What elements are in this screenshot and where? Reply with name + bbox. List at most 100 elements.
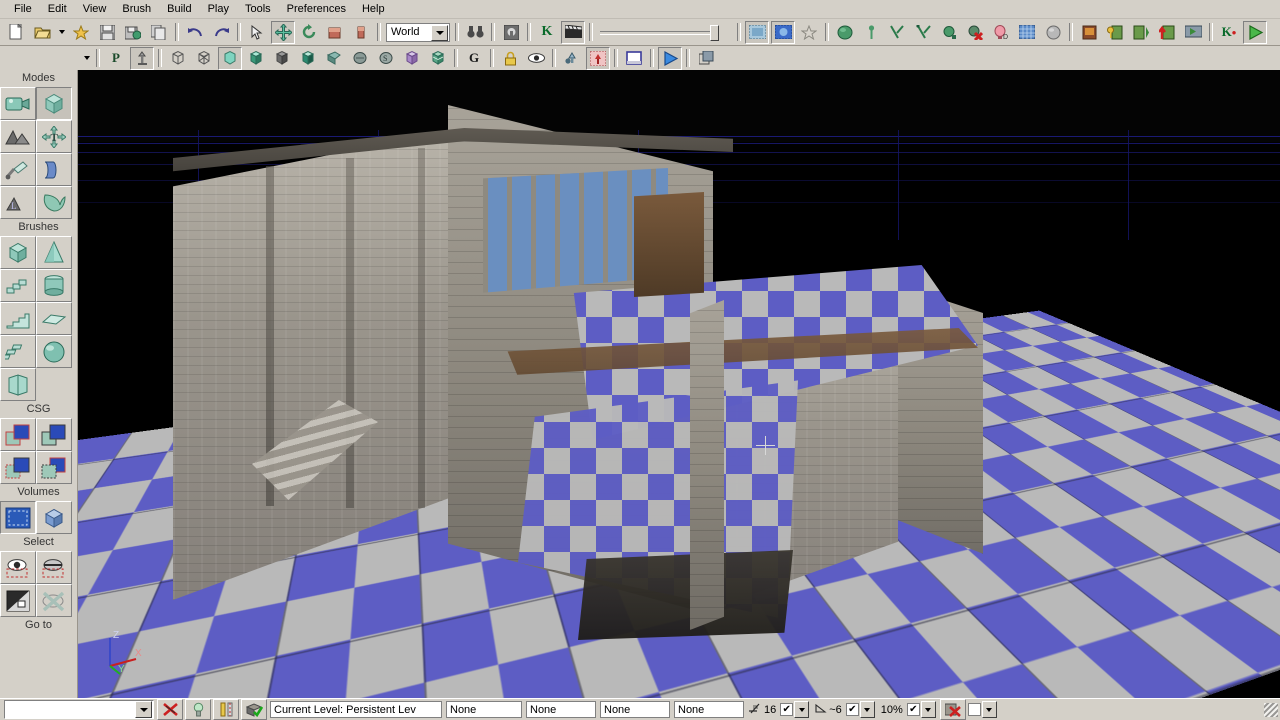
menu-build[interactable]: Build: [159, 2, 199, 16]
mode-camera-button[interactable]: [0, 87, 36, 120]
brush-sphere-button[interactable]: [36, 335, 72, 368]
viewport-mode-button[interactable]: [745, 20, 769, 44]
pivot-pin-button[interactable]: [859, 21, 883, 44]
undo-button[interactable]: [183, 21, 207, 44]
menu-play[interactable]: Play: [200, 2, 237, 16]
properties-button[interactable]: [499, 21, 523, 44]
drag-grid-checkbox[interactable]: ✔: [780, 703, 794, 716]
mode-landscape-button[interactable]: L: [0, 186, 36, 219]
select-none-button[interactable]: [36, 584, 72, 617]
3d-viewport[interactable]: Z X Y N 人人素材 www.rr-sc.com: [78, 70, 1280, 698]
favorites-button[interactable]: [69, 21, 93, 44]
unlit-cube-button[interactable]: [218, 46, 242, 70]
vertex-snap-button[interactable]: [885, 21, 909, 44]
volume-blocking-button[interactable]: [36, 501, 72, 534]
brush-cube-button[interactable]: [0, 236, 36, 269]
rotation-grid-dropdown[interactable]: [859, 701, 875, 718]
slider-thumb[interactable]: [710, 25, 719, 41]
light-green-button[interactable]: [937, 21, 961, 44]
light-complexity-button[interactable]: [322, 47, 346, 70]
brush-cylinder-button[interactable]: [36, 269, 72, 302]
csg-subtract-button[interactable]: [36, 418, 72, 451]
select-invert-button[interactable]: [0, 584, 36, 617]
autosave-dropdown[interactable]: [981, 701, 997, 718]
csg-deintersect-button[interactable]: [36, 451, 72, 484]
realtime-preview-button[interactable]: [771, 20, 795, 44]
volume-add-button[interactable]: [0, 501, 36, 534]
play-button[interactable]: [1243, 20, 1267, 44]
command-input[interactable]: [4, 700, 154, 719]
lighting-only-button[interactable]: [296, 47, 320, 70]
chevron-down-icon[interactable]: [431, 24, 448, 41]
mode-texture-move-button[interactable]: T: [36, 120, 72, 153]
chevron-down-icon[interactable]: [135, 701, 152, 718]
new-file-button[interactable]: [4, 21, 28, 44]
eye-button[interactable]: [524, 47, 548, 70]
dynamic-light-button[interactable]: D: [989, 21, 1013, 44]
play-screen-button[interactable]: [1181, 21, 1205, 44]
float-viewport-button[interactable]: [694, 47, 718, 70]
menu-help[interactable]: Help: [354, 2, 393, 16]
texture-density-button[interactable]: [348, 47, 372, 70]
open-folder-button[interactable]: [30, 21, 54, 44]
binoculars-button[interactable]: [463, 21, 487, 44]
brightness-slider[interactable]: [600, 22, 730, 42]
lit-wireframe-button[interactable]: [426, 47, 450, 70]
wireframe-cube-button[interactable]: [166, 47, 190, 70]
sphere-gray-button[interactable]: [1041, 21, 1065, 44]
drag-grid-dropdown[interactable]: [794, 701, 810, 718]
resize-grip[interactable]: [1264, 702, 1278, 717]
build-all-button[interactable]: [1155, 21, 1179, 44]
kismet-record-button[interactable]: K •: [1217, 21, 1241, 44]
copy-pages-button[interactable]: [147, 21, 171, 44]
select-hide-button[interactable]: [36, 551, 72, 584]
post-process-button[interactable]: [586, 46, 610, 70]
brush-linear-stair-button[interactable]: [0, 302, 36, 335]
build-lighting-button[interactable]: [1103, 21, 1127, 44]
menu-file[interactable]: File: [6, 2, 40, 16]
actor-button[interactable]: [560, 47, 584, 70]
matinee-button[interactable]: [561, 20, 585, 44]
scale-grid-checkbox[interactable]: ✔: [906, 703, 920, 716]
open-recent-dropdown[interactable]: [55, 22, 68, 43]
lit-cube-button[interactable]: [244, 47, 268, 70]
move-arrows-button[interactable]: [271, 20, 295, 44]
shader-complexity-button[interactable]: S: [374, 47, 398, 70]
build-check-button[interactable]: [241, 699, 267, 720]
brush-curved-stair-button[interactable]: [0, 269, 36, 302]
mode-static-mesh-button[interactable]: [36, 153, 72, 186]
grid-blue-button[interactable]: [1015, 21, 1039, 44]
brush-spiral-stair-button[interactable]: [0, 335, 36, 368]
csg-intersect-button[interactable]: [0, 451, 36, 484]
lighting-toggle-button[interactable]: [185, 699, 211, 720]
brush-sheet-button[interactable]: [36, 302, 72, 335]
perspective-button[interactable]: P: [104, 47, 128, 70]
save-all-button[interactable]: [121, 21, 145, 44]
maximize-window-button[interactable]: [622, 47, 646, 70]
menu-edit[interactable]: Edit: [40, 2, 75, 16]
menu-tools[interactable]: Tools: [237, 2, 279, 16]
cursor-arrow-button[interactable]: [245, 21, 269, 44]
menu-preferences[interactable]: Preferences: [279, 2, 354, 16]
mode-mesh-paint-button[interactable]: [0, 153, 36, 186]
autosave-button[interactable]: [939, 699, 966, 720]
redo-button[interactable]: [209, 21, 233, 44]
edge-snap-button[interactable]: [911, 21, 935, 44]
green-gem-button[interactable]: [833, 21, 857, 44]
scale-narrow-button[interactable]: [349, 21, 373, 44]
detail-lighting-button[interactable]: [270, 47, 294, 70]
clear-selection-button[interactable]: [157, 699, 183, 720]
lightmap-density-button[interactable]: [400, 47, 424, 70]
padlock-button[interactable]: [498, 47, 522, 70]
select-show-button[interactable]: [0, 551, 36, 584]
build-paths-button[interactable]: [1129, 21, 1153, 44]
paths-button[interactable]: [213, 699, 239, 720]
mode-terrain-button[interactable]: [0, 120, 36, 153]
mode-foliage-button[interactable]: [36, 186, 72, 219]
scale-box-button[interactable]: [323, 21, 347, 44]
menu-view[interactable]: View: [75, 2, 115, 16]
camera-lock-button[interactable]: [130, 46, 154, 70]
scale-grid-dropdown[interactable]: [920, 701, 936, 718]
play-from-here-button[interactable]: [658, 46, 682, 70]
build-geometry-button[interactable]: [1077, 21, 1101, 44]
